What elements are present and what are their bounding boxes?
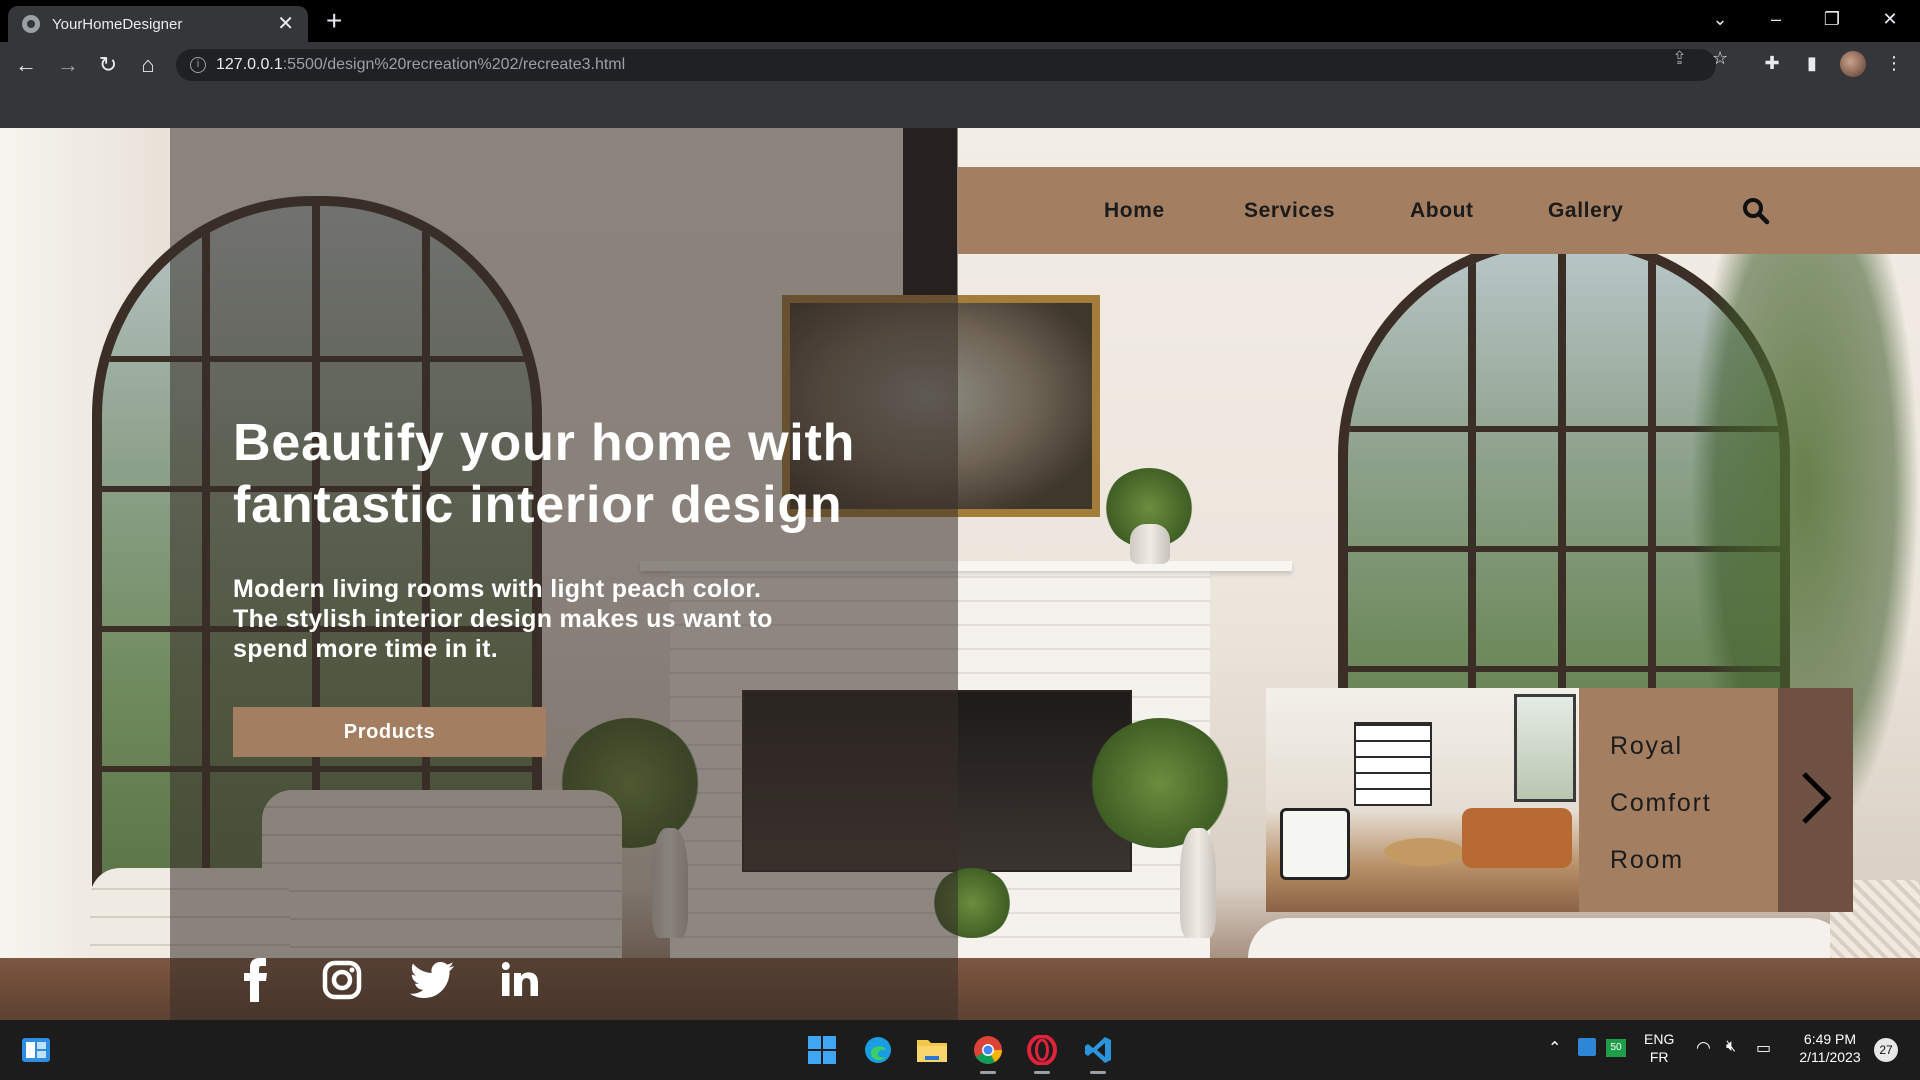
search-icon[interactable] (1742, 197, 1770, 230)
widgets-icon[interactable] (16, 1030, 56, 1070)
browser-tab[interactable]: YourHomeDesigner ✕ (8, 6, 308, 42)
card-line-3: Room (1610, 846, 1684, 874)
edge-icon[interactable] (858, 1030, 898, 1070)
hero-title: Beautify your home with fantastic interi… (233, 414, 856, 534)
globe-icon (22, 15, 40, 33)
tab-title: YourHomeDesigner (52, 15, 183, 33)
tab-search-icon[interactable]: ⌄ (1700, 4, 1740, 34)
minimize-button[interactable]: – (1756, 4, 1796, 34)
nav-home[interactable]: Home (1104, 199, 1165, 223)
forward-icon[interactable]: → (54, 51, 82, 79)
battery-badge[interactable]: 50 (1606, 1039, 1626, 1057)
next-slide-button[interactable] (1778, 688, 1853, 912)
twitter-icon[interactable] (409, 962, 454, 1006)
file-explorer-icon[interactable] (912, 1030, 952, 1070)
main-nav: Home Services About Gallery (958, 167, 1920, 254)
profile-avatar[interactable] (1840, 51, 1866, 77)
mantel-pot (1130, 524, 1170, 564)
clock-date: 2/11/2023 (1799, 1049, 1861, 1065)
language-secondary: FR (1649, 1049, 1669, 1065)
site-info-icon[interactable]: i (190, 57, 206, 73)
notification-badge[interactable]: 27 (1874, 1038, 1898, 1062)
chrome-icon[interactable] (968, 1030, 1008, 1074)
card-caption: Royal Comfort Room (1579, 688, 1778, 912)
card-line-2: Comfort (1610, 789, 1712, 817)
clock[interactable]: 6:49 PM 2/11/2023 (1790, 1030, 1870, 1066)
url-text: 127.0.0.1:5500/design%20recreation%202/r… (216, 56, 626, 73)
wifi-icon[interactable]: ◠ (1696, 1038, 1711, 1058)
facebook-icon[interactable] (244, 958, 268, 1002)
start-icon[interactable] (802, 1030, 842, 1070)
hero-subtitle: Modern living rooms with light peach col… (233, 575, 773, 663)
nav-gallery[interactable]: Gallery (1548, 199, 1623, 223)
opera-icon[interactable] (1022, 1030, 1062, 1074)
windows-taskbar: ⌃ 50 ENG FR ◠ 🔇︎ ▭ 6:49 PM 2/11/2023 27 (0, 1020, 1920, 1080)
menu-kebab-icon[interactable]: ⋮ (1882, 53, 1906, 74)
card-line-1: Royal (1610, 732, 1683, 760)
vscode-icon[interactable] (1078, 1030, 1118, 1074)
language-indicator[interactable]: ENG FR (1644, 1030, 1674, 1066)
show-hidden-icons[interactable]: ⌃ (1548, 1038, 1561, 1058)
clock-time: 6:49 PM (1803, 1031, 1857, 1047)
linkedin-icon[interactable] (501, 962, 538, 1006)
nav-about[interactable]: About (1410, 199, 1474, 223)
share-icon[interactable]: ⇪ (1672, 48, 1687, 69)
page-viewport: Home Services About Gallery Beautify you… (0, 128, 1920, 1020)
room-thumbnail (1266, 688, 1579, 912)
products-button[interactable]: Products (233, 707, 546, 757)
back-icon[interactable]: ← (12, 51, 40, 79)
side-panel-icon[interactable]: ▮ (1800, 53, 1824, 74)
bookmark-star-icon[interactable]: ☆ (1712, 48, 1728, 69)
right-vase (1180, 828, 1216, 938)
reload-icon[interactable]: ↻ (94, 51, 122, 79)
nav-services[interactable]: Services (1244, 199, 1335, 223)
extensions-icon[interactable]: ✚ (1760, 53, 1784, 74)
volume-muted-icon[interactable]: 🔇︎ (1726, 1038, 1736, 1056)
close-window-button[interactable]: ✕ (1870, 4, 1910, 34)
restore-button[interactable]: ❐ (1812, 4, 1852, 34)
browser-tab-strip: YourHomeDesigner ✕ + ⌄ – ❐ ✕ (0, 0, 1920, 42)
close-tab-icon[interactable]: ✕ (277, 14, 294, 34)
instagram-icon[interactable] (322, 960, 362, 1004)
chevron-right-icon (1799, 770, 1833, 831)
featured-room-card: Royal Comfort Room (1266, 688, 1853, 912)
home-icon[interactable]: ⌂ (134, 51, 162, 79)
address-bar[interactable]: i 127.0.0.1:5500/design%20recreation%202… (176, 49, 1716, 81)
browser-toolbar: ← → ↻ ⌂ i 127.0.0.1:5500/design%20recrea… (0, 42, 1920, 88)
language-primary: ENG (1644, 1031, 1675, 1047)
bookmarks-bar (0, 88, 1920, 128)
new-tab-button[interactable]: + (326, 6, 342, 36)
app-tray-icon[interactable] (1578, 1038, 1596, 1056)
right-branch-plant (1090, 718, 1230, 848)
battery-icon[interactable]: ▭ (1756, 1038, 1771, 1058)
